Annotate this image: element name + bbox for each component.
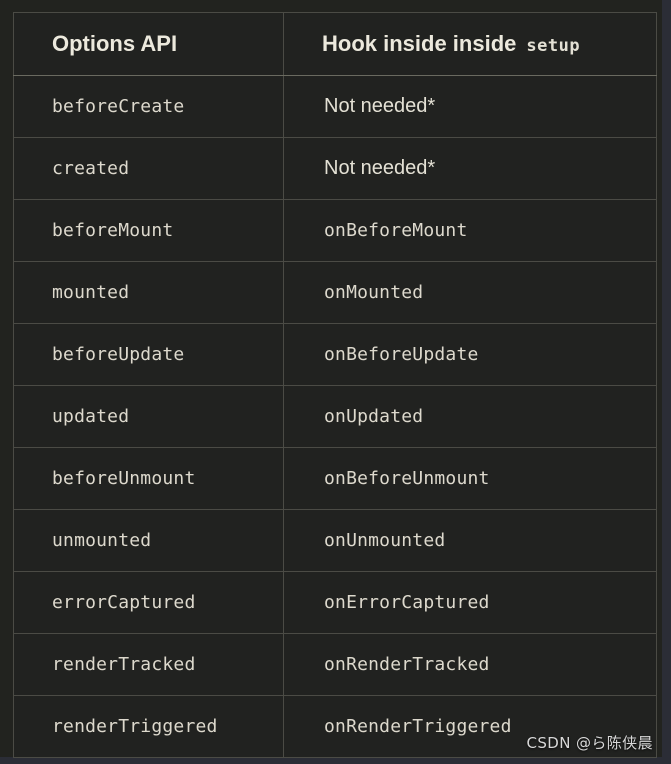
table-row: renderTriggered onRenderTriggered — [13, 695, 657, 758]
right-gutter — [662, 0, 671, 764]
table-row: beforeUnmount onBeforeUnmount — [13, 447, 657, 510]
cell-options-api: renderTracked — [13, 633, 284, 696]
cell-options-api: updated — [13, 385, 284, 448]
cell-composition-hook: onBeforeMount — [283, 199, 657, 262]
column-header-hook-inside-setup: Hook inside inside setup — [283, 12, 657, 76]
cell-options-api: beforeMount — [13, 199, 284, 262]
cell-options-api: beforeCreate — [13, 75, 284, 138]
cell-options-api: beforeUnmount — [13, 447, 284, 510]
cell-composition-hook: onBeforeUnmount — [283, 447, 657, 510]
column-header-setup-code: setup — [526, 36, 581, 56]
table-body: beforeCreate Not needed* created Not needed… — [13, 75, 657, 758]
lifecycle-hooks-table-container: Options API Hook inside inside setup befo… — [13, 12, 657, 758]
column-header-hook-label: Hook inside inside — [322, 31, 517, 56]
cell-options-api: unmounted — [13, 509, 284, 572]
table-row: beforeMount onBeforeMount — [13, 199, 657, 262]
cell-options-api: created — [13, 137, 284, 200]
table-row: unmounted onUnmounted — [13, 509, 657, 572]
cell-composition-hook: onUnmounted — [283, 509, 657, 572]
cell-composition-hook: onMounted — [283, 261, 657, 324]
cell-options-api: errorCaptured — [13, 571, 284, 634]
screenshot-root: Options API Hook inside inside setup befo… — [0, 0, 671, 764]
cell-composition-hook: onRenderTriggered — [283, 695, 657, 758]
bottom-gutter — [0, 757, 671, 764]
table-row: errorCaptured onErrorCaptured — [13, 571, 657, 634]
table-row: mounted onMounted — [13, 261, 657, 324]
cell-options-api: renderTriggered — [13, 695, 284, 758]
cell-composition-hook: onUpdated — [283, 385, 657, 448]
lifecycle-hooks-table: Options API Hook inside inside setup befo… — [13, 12, 657, 758]
cell-options-api: beforeUpdate — [13, 323, 284, 386]
cell-composition-hook: onRenderTracked — [283, 633, 657, 696]
cell-composition-hook: onErrorCaptured — [283, 571, 657, 634]
table-row: beforeCreate Not needed* — [13, 75, 657, 138]
table-header: Options API Hook inside inside setup — [13, 12, 657, 76]
cell-options-api: mounted — [13, 261, 284, 324]
cell-composition-hook: Not needed* — [283, 75, 657, 138]
table-header-row: Options API Hook inside inside setup — [13, 12, 657, 76]
column-header-options-api: Options API — [13, 12, 284, 76]
cell-composition-hook: Not needed* — [283, 137, 657, 200]
table-row: updated onUpdated — [13, 385, 657, 448]
table-row: renderTracked onRenderTracked — [13, 633, 657, 696]
table-row: beforeUpdate onBeforeUpdate — [13, 323, 657, 386]
table-row: created Not needed* — [13, 137, 657, 200]
cell-composition-hook: onBeforeUpdate — [283, 323, 657, 386]
